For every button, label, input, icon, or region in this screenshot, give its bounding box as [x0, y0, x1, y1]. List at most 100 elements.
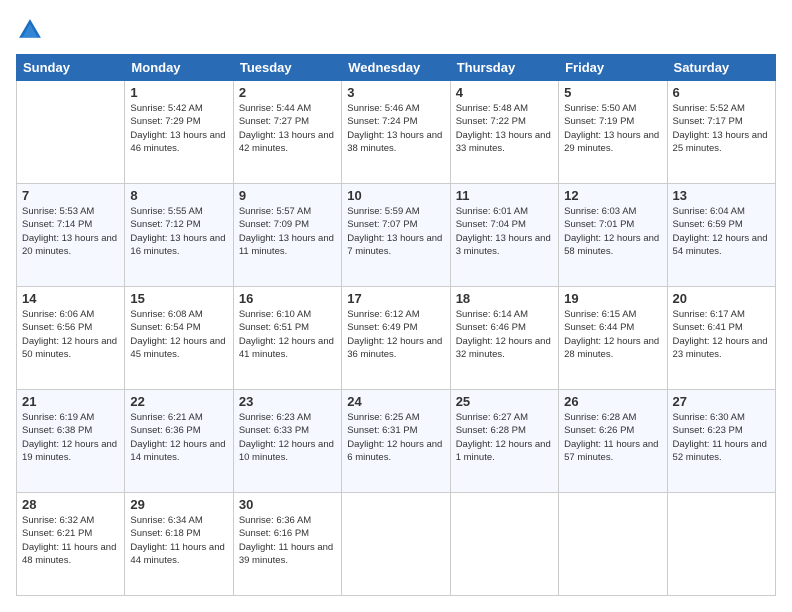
- day-cell: 18 Sunrise: 6:14 AMSunset: 6:46 PMDayligh…: [450, 287, 558, 390]
- day-info: Sunrise: 6:06 AMSunset: 6:56 PMDaylight:…: [22, 308, 119, 361]
- day-cell: 22Sunrise: 6:21 AMSunset: 6:36 PMDayligh…: [125, 390, 233, 493]
- day-cell: 21 Sunrise: 6:19 AMSunset: 6:38 PMDayligh…: [17, 390, 125, 493]
- weekday-header-sunday: Sunday: [17, 55, 125, 81]
- day-number: 14: [22, 291, 119, 306]
- day-cell: 11 Sunrise: 6:01 AMSunset: 7:04 PMDayligh…: [450, 184, 558, 287]
- day-info: Sunrise: 6:30 AMSunset: 6:23 PMDaylight:…: [673, 411, 770, 464]
- day-cell: [17, 81, 125, 184]
- day-cell: 3 Sunrise: 5:46 AMSunset: 7:24 PMDaylight…: [342, 81, 450, 184]
- day-info: Sunrise: 5:59 AMSunset: 7:07 PMDaylight:…: [347, 205, 444, 258]
- day-number: 23: [239, 394, 336, 409]
- day-cell: 29Sunrise: 6:34 AMSunset: 6:18 PMDayligh…: [125, 493, 233, 596]
- day-number: 11: [456, 188, 553, 203]
- day-number: 3: [347, 85, 444, 100]
- day-number: 8: [130, 188, 227, 203]
- day-cell: 13 Sunrise: 6:04 AMSunset: 6:59 PMDayligh…: [667, 184, 775, 287]
- day-info: Sunrise: 6:15 AMSunset: 6:44 PMDaylight:…: [564, 308, 661, 361]
- day-cell: [559, 493, 667, 596]
- day-cell: 6Sunrise: 5:52 AMSunset: 7:17 PMDaylight…: [667, 81, 775, 184]
- day-number: 1: [130, 85, 227, 100]
- day-info: Sunrise: 6:12 AMSunset: 6:49 PMDaylight:…: [347, 308, 444, 361]
- calendar-table: SundayMondayTuesdayWednesdayThursdayFrid…: [16, 54, 776, 596]
- day-cell: 30Sunrise: 6:36 AMSunset: 6:16 PMDayligh…: [233, 493, 341, 596]
- day-cell: [667, 493, 775, 596]
- day-number: 9: [239, 188, 336, 203]
- day-cell: 8Sunrise: 5:55 AMSunset: 7:12 PMDaylight…: [125, 184, 233, 287]
- day-number: 5: [564, 85, 661, 100]
- day-cell: 4 Sunrise: 5:48 AMSunset: 7:22 PMDaylight…: [450, 81, 558, 184]
- weekday-header-row: SundayMondayTuesdayWednesdayThursdayFrid…: [17, 55, 776, 81]
- weekday-header-saturday: Saturday: [667, 55, 775, 81]
- day-info: Sunrise: 6:25 AMSunset: 6:31 PMDaylight:…: [347, 411, 444, 464]
- day-cell: 15 Sunrise: 6:08 AMSunset: 6:54 PMDayligh…: [125, 287, 233, 390]
- day-cell: [342, 493, 450, 596]
- day-info: Sunrise: 6:04 AMSunset: 6:59 PMDaylight:…: [673, 205, 770, 258]
- week-row-2: 7 Sunrise: 5:53 AMSunset: 7:14 PMDaylight…: [17, 184, 776, 287]
- day-info: Sunrise: 6:23 AMSunset: 6:33 PMDaylight:…: [239, 411, 336, 464]
- week-row-4: 21 Sunrise: 6:19 AMSunset: 6:38 PMDayligh…: [17, 390, 776, 493]
- day-number: 30: [239, 497, 336, 512]
- day-number: 27: [673, 394, 770, 409]
- day-number: 12: [564, 188, 661, 203]
- day-info: Sunrise: 5:57 AMSunset: 7:09 PMDaylight:…: [239, 205, 336, 258]
- day-cell: 7 Sunrise: 5:53 AMSunset: 7:14 PMDaylight…: [17, 184, 125, 287]
- day-info: Sunrise: 5:42 AMSunset: 7:29 PMDaylight:…: [130, 102, 227, 155]
- day-number: 4: [456, 85, 553, 100]
- day-info: Sunrise: 6:27 AMSunset: 6:28 PMDaylight:…: [456, 411, 553, 464]
- day-number: 29: [130, 497, 227, 512]
- page: SundayMondayTuesdayWednesdayThursdayFrid…: [0, 0, 792, 612]
- week-row-1: 1 Sunrise: 5:42 AMSunset: 7:29 PMDaylight…: [17, 81, 776, 184]
- day-info: Sunrise: 5:44 AMSunset: 7:27 PMDaylight:…: [239, 102, 336, 155]
- day-cell: 14 Sunrise: 6:06 AMSunset: 6:56 PMDayligh…: [17, 287, 125, 390]
- day-cell: 16 Sunrise: 6:10 AMSunset: 6:51 PMDayligh…: [233, 287, 341, 390]
- weekday-header-friday: Friday: [559, 55, 667, 81]
- day-cell: 19 Sunrise: 6:15 AMSunset: 6:44 PMDayligh…: [559, 287, 667, 390]
- day-info: Sunrise: 6:32 AMSunset: 6:21 PMDaylight:…: [22, 514, 119, 567]
- logo: [16, 16, 48, 44]
- day-cell: 2 Sunrise: 5:44 AMSunset: 7:27 PMDaylight…: [233, 81, 341, 184]
- day-number: 13: [673, 188, 770, 203]
- weekday-header-wednesday: Wednesday: [342, 55, 450, 81]
- day-info: Sunrise: 5:50 AMSunset: 7:19 PMDaylight:…: [564, 102, 661, 155]
- day-cell: 23 Sunrise: 6:23 AMSunset: 6:33 PMDayligh…: [233, 390, 341, 493]
- day-info: Sunrise: 5:46 AMSunset: 7:24 PMDaylight:…: [347, 102, 444, 155]
- day-number: 10: [347, 188, 444, 203]
- day-info: Sunrise: 6:03 AMSunset: 7:01 PMDaylight:…: [564, 205, 661, 258]
- day-number: 7: [22, 188, 119, 203]
- day-number: 15: [130, 291, 227, 306]
- day-info: Sunrise: 6:14 AMSunset: 6:46 PMDaylight:…: [456, 308, 553, 361]
- day-info: Sunrise: 6:28 AMSunset: 6:26 PMDaylight:…: [564, 411, 661, 464]
- weekday-header-tuesday: Tuesday: [233, 55, 341, 81]
- day-number: 2: [239, 85, 336, 100]
- day-info: Sunrise: 5:53 AMSunset: 7:14 PMDaylight:…: [22, 205, 119, 258]
- day-info: Sunrise: 6:19 AMSunset: 6:38 PMDaylight:…: [22, 411, 119, 464]
- day-number: 16: [239, 291, 336, 306]
- day-number: 18: [456, 291, 553, 306]
- day-cell: 5 Sunrise: 5:50 AMSunset: 7:19 PMDaylight…: [559, 81, 667, 184]
- day-info: Sunrise: 6:10 AMSunset: 6:51 PMDaylight:…: [239, 308, 336, 361]
- day-info: Sunrise: 5:48 AMSunset: 7:22 PMDaylight:…: [456, 102, 553, 155]
- day-cell: 12 Sunrise: 6:03 AMSunset: 7:01 PMDayligh…: [559, 184, 667, 287]
- day-number: 20: [673, 291, 770, 306]
- day-number: 25: [456, 394, 553, 409]
- day-cell: 9 Sunrise: 5:57 AMSunset: 7:09 PMDaylight…: [233, 184, 341, 287]
- day-number: 26: [564, 394, 661, 409]
- day-info: Sunrise: 6:08 AMSunset: 6:54 PMDaylight:…: [130, 308, 227, 361]
- day-number: 22: [130, 394, 227, 409]
- day-number: 17: [347, 291, 444, 306]
- logo-icon: [16, 16, 44, 44]
- day-number: 28: [22, 497, 119, 512]
- week-row-5: 28 Sunrise: 6:32 AMSunset: 6:21 PMDayligh…: [17, 493, 776, 596]
- day-cell: 26 Sunrise: 6:28 AMSunset: 6:26 PMDayligh…: [559, 390, 667, 493]
- day-cell: 25 Sunrise: 6:27 AMSunset: 6:28 PMDayligh…: [450, 390, 558, 493]
- week-row-3: 14 Sunrise: 6:06 AMSunset: 6:56 PMDayligh…: [17, 287, 776, 390]
- day-cell: [450, 493, 558, 596]
- day-number: 19: [564, 291, 661, 306]
- day-number: 24: [347, 394, 444, 409]
- day-info: Sunrise: 6:01 AMSunset: 7:04 PMDaylight:…: [456, 205, 553, 258]
- day-cell: 20Sunrise: 6:17 AMSunset: 6:41 PMDayligh…: [667, 287, 775, 390]
- weekday-header-monday: Monday: [125, 55, 233, 81]
- day-cell: 28 Sunrise: 6:32 AMSunset: 6:21 PMDayligh…: [17, 493, 125, 596]
- day-number: 21: [22, 394, 119, 409]
- day-cell: 24 Sunrise: 6:25 AMSunset: 6:31 PMDayligh…: [342, 390, 450, 493]
